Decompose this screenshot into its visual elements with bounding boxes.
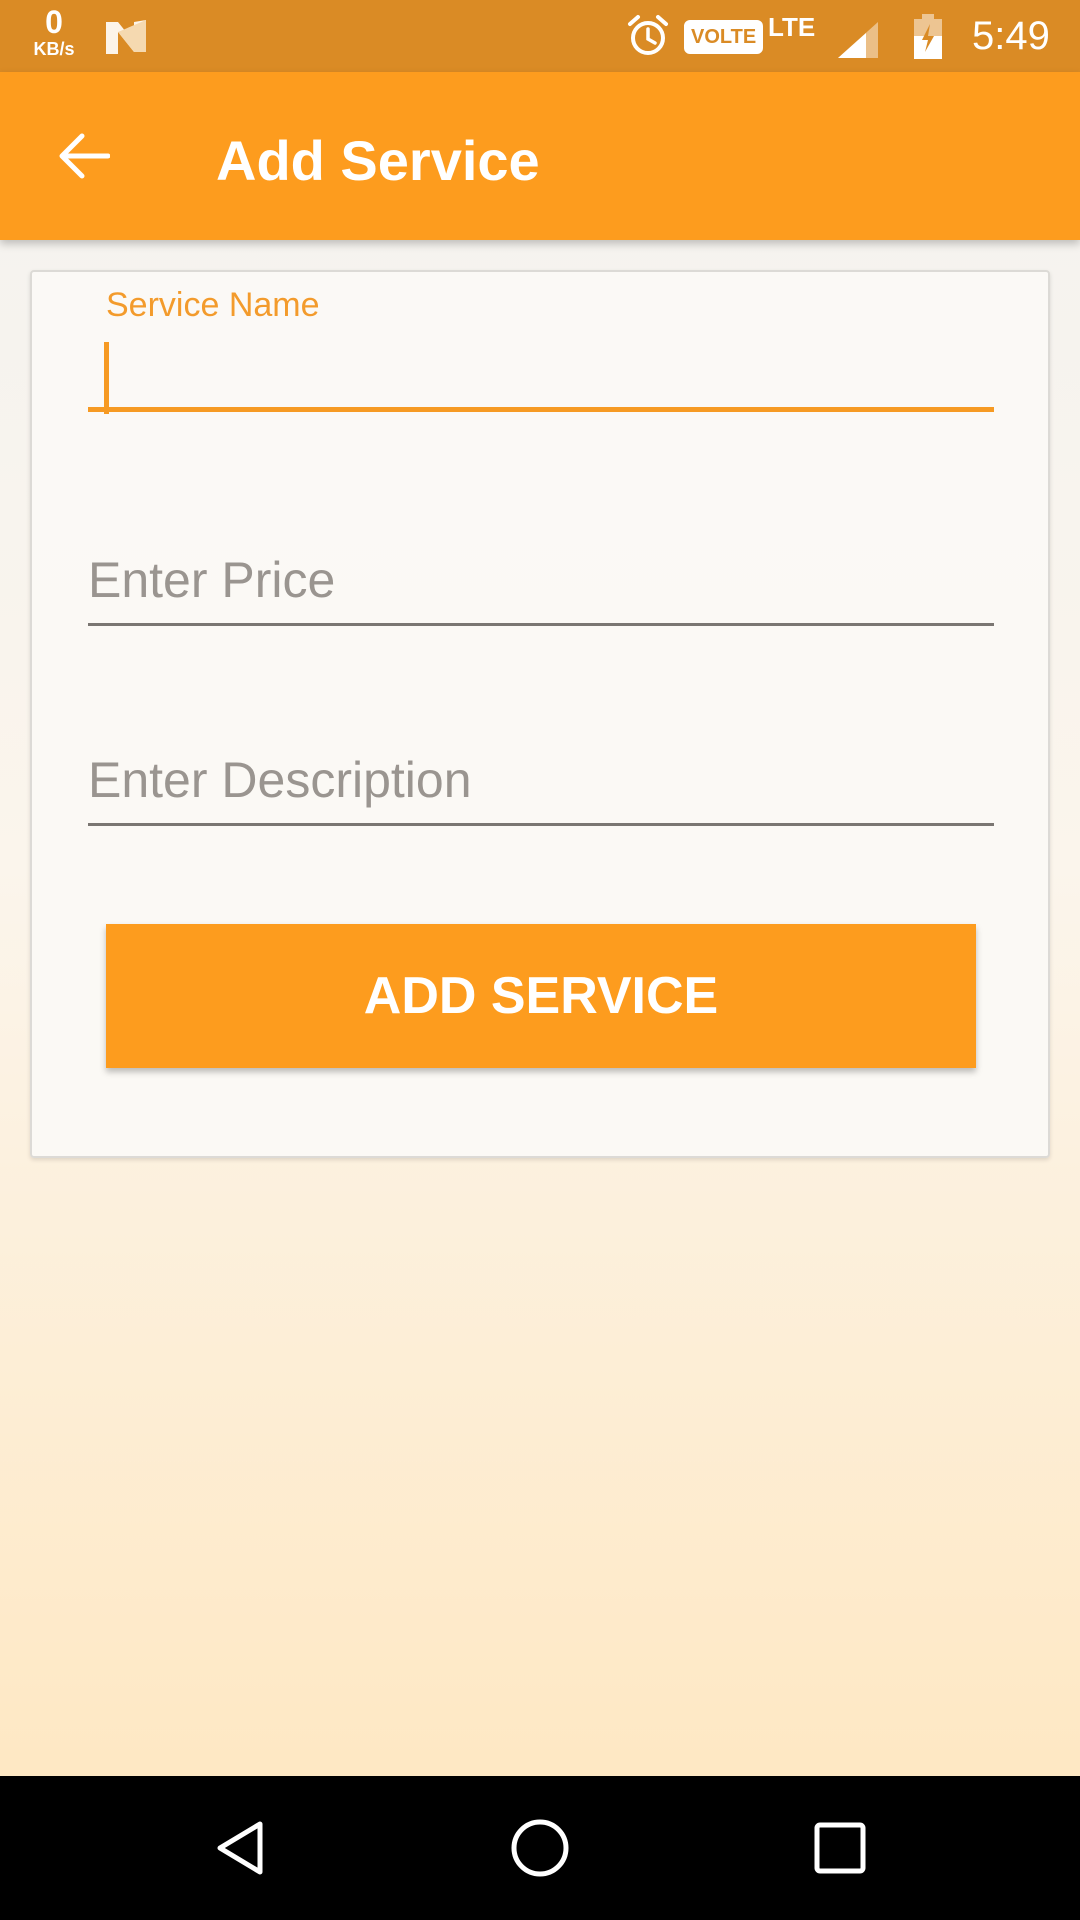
status-bar: 0 KB/s VOLTE LTE 5:49 [0, 0, 1080, 72]
battery-charging-icon [914, 14, 942, 59]
notification-n-icon [106, 20, 146, 54]
nav-back-button[interactable] [204, 1810, 280, 1886]
add-service-button[interactable]: ADD SERVICE [106, 924, 976, 1068]
price-placeholder: Enter Price [88, 552, 336, 608]
signal-icon [838, 22, 878, 58]
app-bar: Add Service [0, 72, 1080, 240]
service-name-label: Service Name [106, 286, 320, 324]
page-title: Add Service [216, 129, 540, 192]
price-input[interactable]: Enter Price [88, 546, 994, 626]
add-service-form-card: Service Name Enter Price Enter Descripti… [30, 270, 1050, 1158]
alarm-icon [628, 15, 668, 55]
nav-home-button[interactable] [502, 1810, 578, 1886]
nav-recents-button[interactable] [802, 1810, 878, 1886]
network-speed-indicator: 0 KB/s [26, 6, 82, 58]
network-speed-value: 0 [45, 4, 63, 40]
arrow-back-icon [59, 133, 110, 179]
network-type: LTE [768, 12, 816, 42]
service-name-input[interactable] [88, 342, 994, 414]
status-time: 5:49 [972, 14, 1050, 58]
text-cursor [104, 342, 109, 414]
volte-badge: VOLTE [684, 20, 764, 54]
nav-back-icon [217, 1821, 263, 1875]
description-input[interactable]: Enter Description [88, 746, 994, 826]
back-button[interactable] [50, 122, 118, 190]
description-placeholder: Enter Description [88, 752, 472, 808]
nav-home-icon [511, 1819, 569, 1877]
network-speed-unit: KB/s [33, 39, 75, 59]
nav-recents-icon [814, 1822, 866, 1874]
system-nav-bar [0, 1776, 1080, 1920]
